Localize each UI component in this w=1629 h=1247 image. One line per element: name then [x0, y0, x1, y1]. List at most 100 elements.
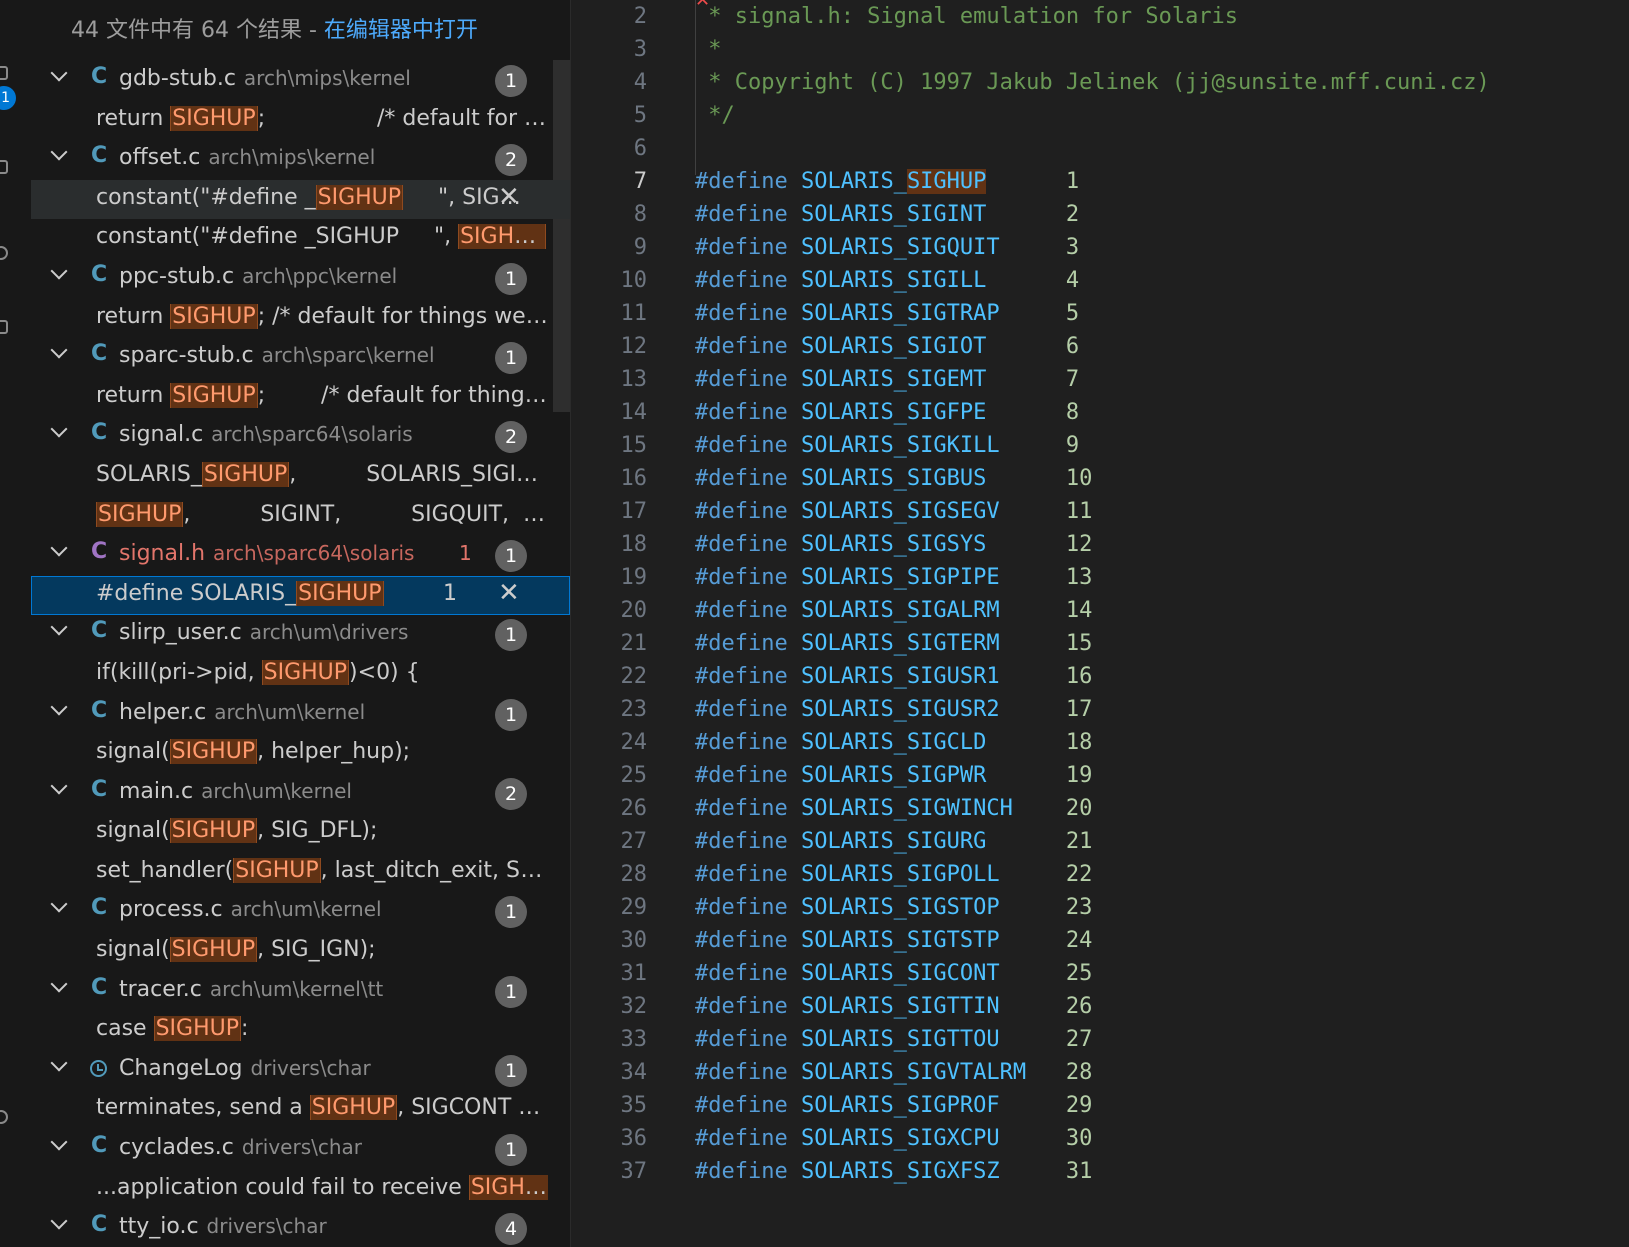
match-highlight: SIGHUP [309, 1095, 398, 1121]
code-line: 12 #define SOLARIS_SIGIOT 6 [571, 334, 1629, 368]
source-control-icon[interactable] [0, 66, 8, 80]
file-result-row[interactable]: Ctracer.c arch\um\kernel\tt 1 [31, 972, 570, 1012]
macro-name: SOLARIS_SIGINT [800, 202, 987, 227]
match-result-row[interactable]: SIGHUP, SIGINT, SIGQUIT, SIGI... [31, 497, 570, 537]
chevron-down-icon[interactable] [50, 1133, 68, 1151]
chevron-down-icon[interactable] [50, 698, 68, 715]
match-result-row[interactable]: ...application could fail to receive SIG… [31, 1170, 570, 1210]
code-text: #define SOLARIS_SIGTTOU 27 [695, 1027, 1092, 1052]
macro-name: SOLARIS_SIGTSTP [800, 928, 1000, 953]
match-count-badge: 1 [495, 1134, 527, 1167]
remote-icon[interactable] [0, 246, 8, 260]
macro-name: SOLARIS_SIGPROF [800, 1093, 1000, 1118]
match-result-row[interactable]: SOLARIS_SIGHUP, SOLARIS_SIGINT, [31, 457, 570, 497]
code-comment: * Copyright (C) 1997 Jakub Jelinek (jj@s… [695, 70, 1490, 95]
match-result-row[interactable]: if(kill(pri->pid, SIGHUP)<0) { [31, 655, 570, 695]
match-result-row[interactable]: terminates, send a SIGHUP, SIGCONT to th… [31, 1090, 570, 1130]
match-count-badge: 2 [495, 144, 527, 177]
match-result-row[interactable]: constant("#define _SIGHUP ", SIG... ✕ [31, 179, 570, 220]
line-number: 14 [620, 400, 648, 425]
code-text: #define SOLARIS_SIGPOLL 22 [695, 862, 1092, 887]
code-line: 36 #define SOLARIS_SIGXCPU 30 [571, 1126, 1629, 1160]
match-result-row[interactable]: set_handler(SIGHUP, last_ditch_exit, SA_… [31, 853, 570, 893]
file-name: signal.c arch\sparc64\solaris [119, 422, 413, 448]
chevron-down-icon[interactable] [50, 64, 68, 82]
file-result-row[interactable]: Cgdb-stub.c arch\mips\kernel 1 [31, 61, 570, 101]
c-file-icon: C [91, 974, 108, 1000]
macro-name: SOLARIS_SIGUSR1 [800, 664, 1000, 689]
match-result-row[interactable]: case SIGHUP: [31, 1011, 570, 1051]
match-value: 1 [443, 580, 457, 606]
line-number: 11 [620, 301, 648, 326]
code-text: #define SOLARIS_SIGTRAP 5 [695, 301, 1079, 326]
account-icon[interactable] [0, 1110, 8, 1124]
file-result-row[interactable]: Ccyclades.c drivers\char 1 [31, 1130, 570, 1170]
code-editor[interactable]: ✕ 2 * signal.h: Signal emulation for Sol… [571, 0, 1629, 1247]
chevron-down-icon[interactable] [50, 341, 68, 359]
chevron-down-icon[interactable] [50, 143, 68, 161]
macro-value: 26 [1065, 994, 1093, 1019]
match-result-row[interactable]: return SIGHUP; /* default for things we … [31, 299, 570, 339]
file-result-row[interactable]: Cprocess.c arch\um\kernel 1 [31, 892, 570, 932]
dismiss-icon[interactable]: ✕ [498, 578, 520, 608]
chevron-down-icon[interactable] [50, 618, 68, 636]
file-name: tty_io.c drivers\char [119, 1214, 327, 1240]
file-path: arch\mips\kernel [208, 145, 376, 170]
extensions-icon[interactable] [0, 320, 8, 334]
macro-name: SOLARIS_SIGKILL [800, 433, 1000, 458]
c-file-icon: C [91, 261, 108, 287]
file-result-row[interactable]: ChangeLog drivers\char 1 [31, 1051, 570, 1091]
chevron-down-icon[interactable] [50, 777, 68, 795]
match-result-row[interactable]: return SIGHUP; /* default for thing... [31, 101, 570, 141]
code-line: 11 #define SOLARIS_SIGTRAP 5 [571, 301, 1629, 335]
more-actions-icon[interactable]: ··· [519, 0, 543, 11]
match-result-row[interactable]: signal(SIGHUP, helper_hup); [31, 734, 570, 774]
line-number: 27 [620, 829, 648, 854]
file-result-row[interactable]: Csignal.h arch\sparc64\solaris 1 1 [31, 536, 570, 576]
chevron-down-icon[interactable] [50, 1212, 68, 1230]
macro-value: 31 [1065, 1159, 1093, 1184]
code-text: #define SOLARIS_SIGSYS 12 [695, 532, 1092, 557]
chevron-down-icon[interactable] [50, 420, 68, 438]
file-result-row[interactable]: Cmain.c arch\um\kernel 2 [31, 774, 570, 814]
file-result-row[interactable]: Ctty_io.c drivers\char 4 [31, 1209, 570, 1247]
file-result-row[interactable]: Chelper.c arch\um\kernel 1 [31, 695, 570, 735]
code-text: #define SOLARIS_SIGILL 4 [695, 268, 1079, 293]
chevron-down-icon[interactable] [50, 262, 68, 280]
chevron-down-icon[interactable] [50, 539, 68, 557]
match-result-row[interactable]: #define SOLARIS_SIGHUP 1 ✕ [31, 575, 570, 616]
chevron-down-icon[interactable] [50, 895, 68, 913]
code-line: 2 * signal.h: Signal emulation for Solar… [571, 4, 1629, 38]
match-text: if(kill(pri->pid, SIGHUP)<0) { [96, 659, 420, 685]
code-text: #define SOLARIS_SIGXCPU 30 [695, 1126, 1092, 1151]
macro-value: 15 [1065, 631, 1093, 656]
c-file-icon: C [91, 143, 108, 169]
macro-value: 5 [1065, 301, 1080, 326]
file-path: arch\um\kernel [214, 699, 366, 724]
file-result-row[interactable]: Csignal.c arch\sparc64\solaris 2 [31, 417, 570, 457]
open-in-editor-link[interactable]: 在编辑器中打开 [324, 18, 478, 43]
macro-value: 23 [1065, 895, 1093, 920]
file-result-row[interactable]: Csparc-stub.c arch\sparc\kernel 1 [31, 338, 570, 378]
chevron-down-icon[interactable] [50, 1054, 68, 1072]
file-result-row[interactable]: Cppc-stub.c arch\ppc\kernel 1 [31, 259, 570, 299]
c-file-icon: C [91, 1212, 108, 1238]
macro-name: SOLARIS_SIGPWR [800, 763, 987, 788]
file-result-row[interactable]: Coffset.c arch\mips\kernel 2 [31, 140, 570, 180]
dismiss-icon[interactable]: ✕ [498, 182, 520, 212]
code-line: 4 * Copyright (C) 1997 Jakub Jelinek (jj… [571, 70, 1629, 104]
match-result-row[interactable]: signal(SIGHUP, SIG_IGN); [31, 932, 570, 972]
code-line: 25 #define SOLARIS_SIGPWR 19 [571, 763, 1629, 797]
match-result-row[interactable]: signal(SIGHUP, SIG_DFL); [31, 813, 570, 853]
match-result-row[interactable]: return SIGHUP; /* default for things we.… [31, 378, 570, 418]
line-number: 25 [620, 763, 648, 788]
match-highlight: SIGHUP [170, 303, 258, 329]
file-result-row[interactable]: Cslirp_user.c arch\um\drivers 1 [31, 615, 570, 655]
match-count-badge: 1 [495, 262, 527, 295]
line-number: 4 [633, 70, 647, 95]
line-number: 31 [620, 961, 648, 986]
chevron-down-icon[interactable] [50, 975, 68, 993]
run-debug-icon[interactable] [0, 160, 8, 174]
match-text: constant("#define _SIGHUP ", SIGHUP); [96, 224, 548, 250]
match-result-row[interactable]: constant("#define _SIGHUP ", SIGHUP); [31, 219, 570, 259]
